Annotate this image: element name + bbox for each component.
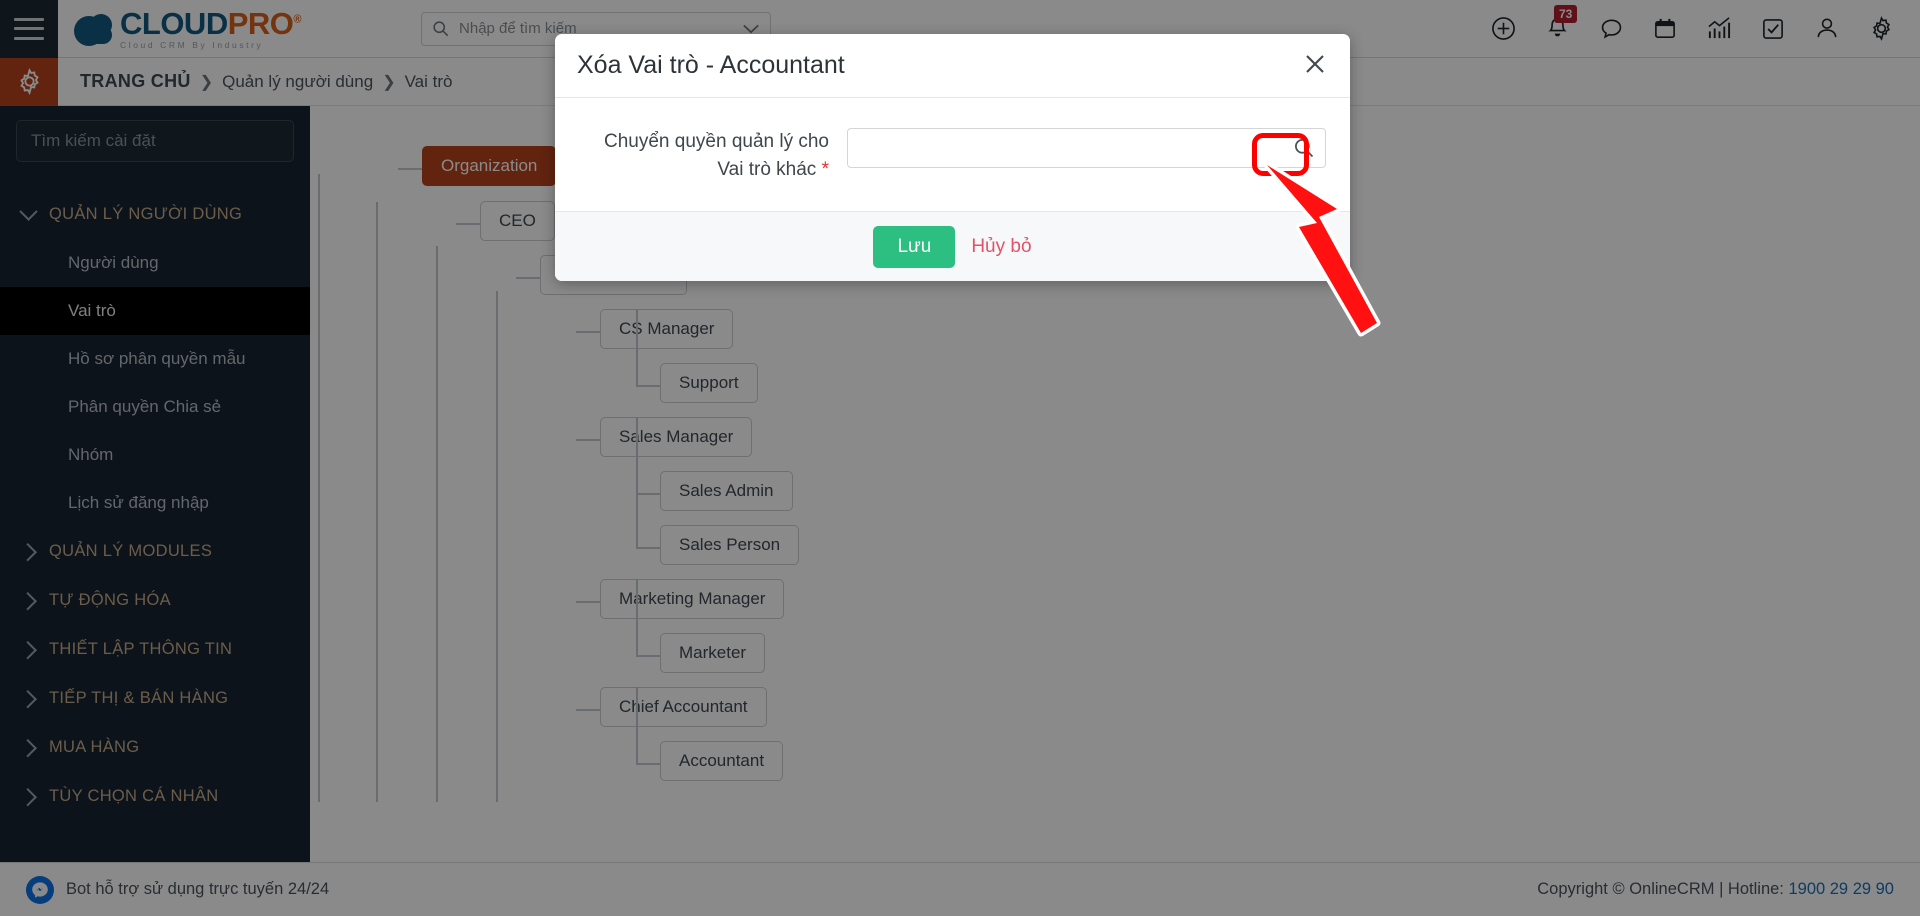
modal-header: Xóa Vai trò - Accountant	[555, 34, 1350, 98]
modal-footer: Lưu Hủy bỏ	[555, 211, 1350, 282]
app-root: CLOUDPRO® Cloud CRM By Industry Nhập để …	[0, 0, 1920, 916]
close-icon[interactable]	[1304, 52, 1326, 80]
transfer-role-input[interactable]	[847, 128, 1326, 168]
transfer-role-label: Chuyển quyền quản lý cho Vai trò khác *	[579, 128, 847, 183]
required-marker: *	[821, 158, 829, 180]
modal-body: Chuyển quyền quản lý cho Vai trò khác *	[555, 98, 1350, 211]
modal-title: Xóa Vai trò - Accountant	[577, 51, 845, 79]
save-button[interactable]: Lưu	[873, 225, 956, 268]
cancel-button[interactable]: Hủy bỏ	[971, 236, 1031, 258]
delete-role-modal: Xóa Vai trò - Accountant Chuyển quyền qu…	[555, 34, 1350, 282]
transfer-role-control	[847, 128, 1326, 168]
modal-search-button[interactable]	[1283, 129, 1325, 167]
transfer-role-label-text: Chuyển quyền quản lý cho Vai trò khác	[604, 131, 829, 180]
search-icon	[1295, 139, 1314, 158]
